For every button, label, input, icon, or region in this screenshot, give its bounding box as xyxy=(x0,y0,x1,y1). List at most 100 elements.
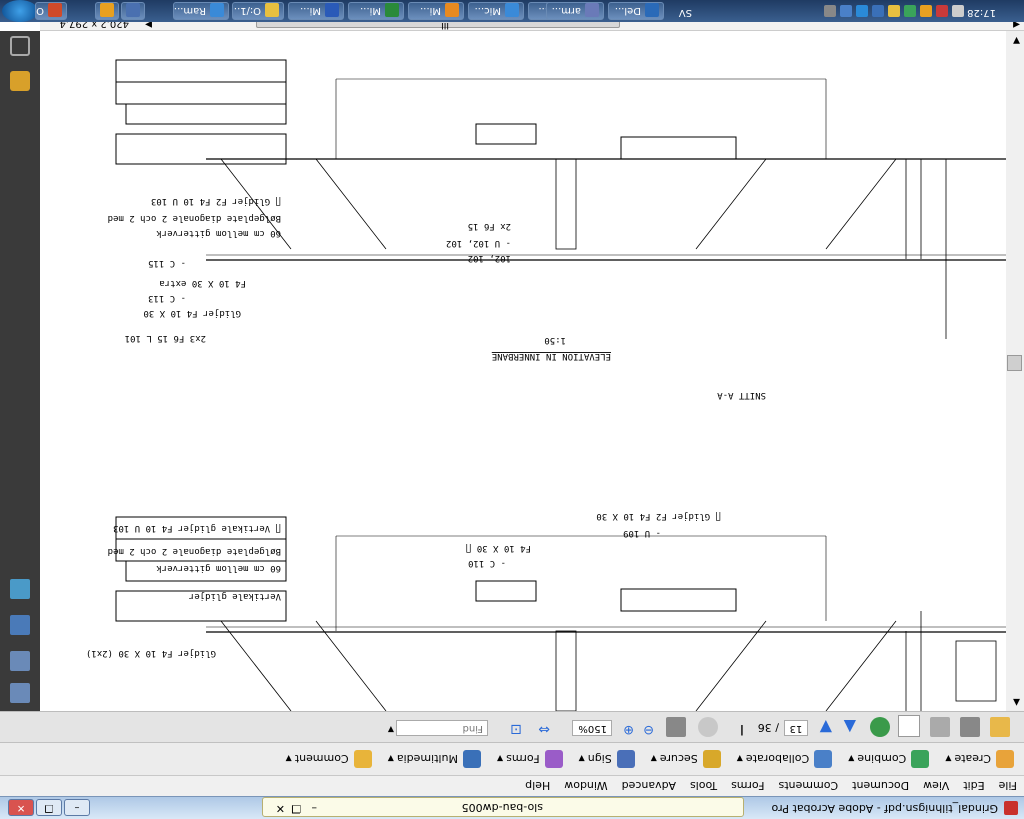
task-combine[interactable]: Combine ▼ xyxy=(848,750,930,768)
drawing-label-9: - C 113 xyxy=(148,293,186,303)
main-toolbar: ▲ ▼ 13 / 36 I ⊖ ⊕ 150% ⇔ ⊡ Find ▼ xyxy=(0,711,1024,742)
task-sign-label: Sign xyxy=(587,752,612,766)
print-icon[interactable] xyxy=(960,717,980,737)
taskbar-app-11[interactable]: Del... xyxy=(608,2,664,20)
tray-app-icon[interactable] xyxy=(824,5,836,17)
taskbar-app-6[interactable]: Mi... xyxy=(348,2,404,20)
doc-close-button[interactable]: ✕ xyxy=(276,802,285,815)
menu-window[interactable]: Window xyxy=(557,780,614,793)
taskbar-app-8[interactable]: Mic... xyxy=(468,2,524,20)
taskbar-app-0[interactable]: Obj... xyxy=(35,2,67,20)
chevron-down-icon[interactable]: ▼ xyxy=(388,725,394,734)
signatures-icon[interactable] xyxy=(10,71,30,91)
task-secure-label: Secure xyxy=(659,752,698,766)
task-create-label: Create xyxy=(954,752,991,766)
drawing-scale: 1:50 xyxy=(544,335,566,345)
app-icon xyxy=(505,3,519,17)
document-tab[interactable]: slo-bau-dw005 – ❐ ✕ xyxy=(262,797,744,817)
drawing-mid-label-2: - U 109 xyxy=(623,528,661,538)
previous-page-icon[interactable]: ▲ xyxy=(836,717,856,737)
tasks-toolbar: Create ▼ Combine ▼ Collaborate ▼ Secure ▼ Si… xyxy=(0,742,1024,775)
menu-tools[interactable]: Tools xyxy=(683,780,724,793)
zoom-tool-icon[interactable] xyxy=(666,717,686,737)
find-input[interactable]: Find xyxy=(396,720,488,736)
zoom-in-icon[interactable]: ⊕ xyxy=(614,717,634,737)
task-create[interactable]: Create ▼ xyxy=(945,750,1014,768)
app-icon xyxy=(645,3,659,17)
doc-restore-button[interactable]: ❐ xyxy=(291,802,301,815)
attachments-icon[interactable] xyxy=(10,36,30,56)
task-comment[interactable]: Comment ▼ xyxy=(286,750,372,768)
taskbar-app-5[interactable]: Mi... xyxy=(288,2,344,20)
layers-icon[interactable] xyxy=(10,615,30,635)
volume-icon[interactable] xyxy=(952,5,964,17)
page-number-input[interactable]: 13 xyxy=(784,720,808,736)
menu-file[interactable]: File xyxy=(992,780,1024,793)
share-icon[interactable] xyxy=(870,717,890,737)
tray-app-icon[interactable] xyxy=(936,5,948,17)
window-controls: – ❐ ✕ xyxy=(8,799,90,816)
start-button[interactable] xyxy=(2,0,38,22)
window-title: Grindal_tilhnigsn.pdf - Adobe Acrobat Pr… xyxy=(771,802,998,815)
tray-app-icon[interactable] xyxy=(920,5,932,17)
drawing-label-2: Bølgeplate diagonale 2 och 2 med xyxy=(108,546,281,556)
email-icon[interactable] xyxy=(898,715,920,737)
menu-forms[interactable]: Forms xyxy=(724,780,771,793)
taskbar-app-4[interactable]: O:/1... xyxy=(232,2,284,20)
clock: 17:28 xyxy=(967,7,996,18)
scroll-up-icon[interactable]: ▲ xyxy=(1013,697,1020,707)
close-button[interactable]: ✕ xyxy=(8,799,34,816)
hand-tool-icon[interactable] xyxy=(698,717,718,737)
task-forms[interactable]: Forms ▼ xyxy=(497,750,563,768)
menu-view[interactable]: View xyxy=(916,780,956,793)
tray-app-icon[interactable] xyxy=(872,5,884,17)
language-indicator[interactable]: SV xyxy=(679,7,692,18)
menu-document[interactable]: Document xyxy=(845,780,916,793)
create-pdf-icon xyxy=(996,750,1014,768)
taskbar-app-3[interactable]: Ram... xyxy=(173,2,229,20)
taskbar-app-label: Mi... xyxy=(360,5,381,16)
taskbar-app-1[interactable] xyxy=(95,2,119,20)
menu-help[interactable]: Help xyxy=(518,780,557,793)
info-icon[interactable] xyxy=(856,5,868,17)
drawing-label-7: - C 115 xyxy=(148,258,186,268)
scroll-down-icon[interactable]: ▼ xyxy=(1013,35,1020,45)
task-sign[interactable]: Sign ▼ xyxy=(579,750,635,768)
open-folder-icon[interactable] xyxy=(990,717,1010,737)
zoom-out-icon[interactable]: ⊖ xyxy=(634,717,654,737)
navigation-pane xyxy=(0,31,40,711)
task-secure[interactable]: Secure ▼ xyxy=(651,750,721,768)
taskbar-app-7[interactable]: Mi... xyxy=(408,2,464,20)
restore-button[interactable]: ❐ xyxy=(36,799,62,816)
bookmarks-icon[interactable] xyxy=(10,651,30,671)
task-multimedia-label: Multimedia xyxy=(396,752,458,766)
task-collaborate[interactable]: Collaborate ▼ xyxy=(737,750,833,768)
taskbar-app-2[interactable] xyxy=(121,2,145,20)
vertical-scrollbar[interactable]: ▲ ▼ xyxy=(1005,31,1024,711)
rotated-screen: Grindal_tilhnigsn.pdf - Adobe Acrobat Pr… xyxy=(0,0,1024,819)
drawing-label-0: Vertikale glidjer xyxy=(188,591,281,601)
pages-icon[interactable] xyxy=(10,683,30,703)
minimize-button[interactable]: – xyxy=(64,799,90,816)
drawing-label-4: 60 cm mellom gitterverk xyxy=(156,228,281,238)
menu-comments[interactable]: Comments xyxy=(772,780,846,793)
drawing-mid-label-4: 102, 102 xyxy=(468,253,511,263)
vertical-scroll-thumb[interactable] xyxy=(1007,355,1022,371)
fit-page-icon[interactable]: ⊡ xyxy=(502,717,522,737)
menu-edit[interactable]: Edit xyxy=(956,780,991,793)
fit-width-icon[interactable]: ⇔ xyxy=(530,717,550,737)
taskbar-app-10[interactable]: arm... xyxy=(546,2,604,20)
tray-app-icon[interactable] xyxy=(888,5,900,17)
select-text-icon[interactable]: I xyxy=(724,717,744,737)
tray-app-icon[interactable] xyxy=(904,5,916,17)
task-multimedia[interactable]: Multimedia ▼ xyxy=(388,750,481,768)
next-page-icon[interactable]: ▼ xyxy=(812,717,832,737)
app-icon xyxy=(325,3,339,17)
doc-minimize-button[interactable]: – xyxy=(312,802,318,815)
task-combine-label: Combine xyxy=(857,752,907,766)
model-tree-icon[interactable] xyxy=(10,579,30,599)
zoom-input[interactable]: 150% xyxy=(572,720,612,736)
save-icon[interactable] xyxy=(930,717,950,737)
network-icon[interactable] xyxy=(840,5,852,17)
menu-advanced[interactable]: Advanced xyxy=(615,780,683,793)
